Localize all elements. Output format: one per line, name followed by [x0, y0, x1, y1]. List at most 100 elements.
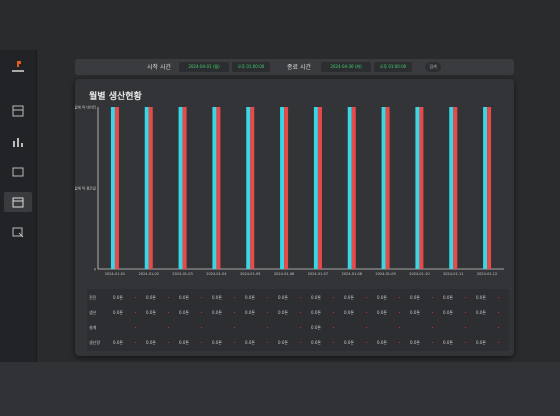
export-icon[interactable] [11, 225, 25, 239]
cell-separator [267, 312, 268, 313]
cell-separator [432, 312, 433, 313]
table-cell: 0.0톤 [146, 340, 157, 345]
bar-series-1 [280, 107, 285, 269]
bar-series-1 [313, 107, 318, 269]
cell-separator [399, 312, 400, 313]
table-cell: 0.0톤 [311, 295, 322, 300]
x-tick-label: 2024-01-08 [342, 272, 362, 276]
cell-separator [300, 342, 301, 343]
dashboard-icon[interactable] [11, 104, 25, 118]
cell-separator [366, 342, 367, 343]
bar-series-2 [284, 107, 289, 269]
cell-separator [432, 342, 433, 343]
bar-series-1 [483, 107, 488, 269]
cell-separator [168, 342, 169, 343]
table-cell: 0.0톤 [443, 310, 454, 315]
start-time-label: 시작 시간 [147, 64, 171, 71]
cell-separator [498, 327, 499, 328]
row-label: 전진 [89, 295, 97, 300]
table-cell: 0.0톤 [476, 295, 487, 300]
calendar-nav-item[interactable] [4, 192, 32, 212]
x-tick-label: 2024-01-12 [477, 272, 497, 276]
cell-separator [201, 342, 202, 343]
cell-separator [465, 342, 466, 343]
bar-series-2 [487, 107, 492, 269]
production-table: 전진 0.0톤 0.0톤 0.0톤 0.0톤 0.0톤 0.0톤 0.0톤 0.0톤 0.0톤 0.… [87, 289, 509, 351]
table-row: 전진 0.0톤 0.0톤 0.0톤 0.0톤 0.0톤 0.0톤 0.0톤 0.0톤 0.0톤 0.… [87, 291, 509, 306]
table-cell: 0.0톤 [212, 295, 223, 300]
bar-series-2 [453, 107, 458, 269]
bar-series-2 [114, 107, 119, 269]
bar-series-1 [347, 107, 352, 269]
bar-series-2 [419, 107, 424, 269]
cell-separator [135, 342, 136, 343]
table-cell: 0.0톤 [344, 295, 355, 300]
search-button[interactable]: 검색 [425, 62, 441, 72]
row-label: 생산 [89, 310, 97, 315]
cell-separator [333, 342, 334, 343]
y-tick-label: 값에 따 중간값 [75, 186, 97, 191]
cell-separator [432, 327, 433, 328]
table-cell: 0.0톤 [146, 310, 157, 315]
bar-series-1 [212, 107, 217, 269]
table-cell: 0.0톤 [344, 340, 355, 345]
table-cell: 0.0톤 [443, 295, 454, 300]
table-cell: 0.0톤 [377, 295, 388, 300]
table-cell: 0.0톤 [212, 340, 223, 345]
start-date-field[interactable]: 2024-04-01 (월) [179, 62, 229, 72]
table-cell: 0.0톤 [410, 310, 421, 315]
x-tick-label: 2024-01-10 [409, 272, 429, 276]
cell-separator [300, 312, 301, 313]
row-label: 생산량 [89, 340, 101, 345]
table-cell: 0.0톤 [476, 310, 487, 315]
table-cell: 0.0톤 [179, 340, 190, 345]
x-tick-label: 2024-01-05 [240, 272, 260, 276]
cell-separator [267, 327, 268, 328]
x-tick-label: 2024-01-04 [206, 272, 227, 276]
x-tick-label: 2024-01-11 [443, 272, 463, 276]
cell-separator [201, 312, 202, 313]
cell-separator [234, 297, 235, 298]
table-cell: 0.0톤 [278, 295, 289, 300]
footer-area [0, 362, 560, 416]
cell-separator [498, 312, 499, 313]
calendar-icon [12, 197, 24, 208]
bar-series-2 [351, 107, 356, 269]
cell-separator [333, 327, 334, 328]
table-cell: 0.0톤 [245, 295, 256, 300]
table-cell: 0.0톤 [278, 310, 289, 315]
end-time-field[interactable]: 오후 01:00:00 [374, 62, 412, 72]
cell-separator [399, 297, 400, 298]
bar-series-2 [182, 107, 187, 269]
monthly-production-panel: 월별 생산현황 값에 따 데이터 값에 따 중간값 0 2024-01-01 2024-… [75, 79, 514, 356]
table-cell: 0.0톤 [311, 325, 322, 330]
cell-separator [465, 312, 466, 313]
table-cell: 0.0톤 [113, 340, 124, 345]
table-cell: 0.0톤 [179, 310, 190, 315]
cell-separator [168, 312, 169, 313]
cell-separator [234, 327, 235, 328]
table-cell: 0.0톤 [113, 295, 124, 300]
bar-series-2 [385, 107, 390, 269]
end-time-label: 종료 시간 [287, 64, 311, 71]
filter-bar: 시작 시간 2024-04-01 (월) 오후 01:00:00 종료 시간 2… [75, 59, 514, 75]
cell-separator [234, 312, 235, 313]
end-date-field[interactable]: 2024-04-30 (화) [321, 62, 371, 72]
bar-chart-icon[interactable] [11, 135, 25, 149]
x-tick-label: 2024-01-03 [172, 272, 192, 276]
sidebar [0, 50, 37, 362]
cell-separator [465, 327, 466, 328]
table-cell: 0.0톤 [311, 340, 322, 345]
production-chart: 값에 따 데이터값에 따 중간값 0 2024-01-01 2024-01-02 202… [75, 105, 504, 276]
x-tick-label: 2024-01-09 [375, 272, 395, 276]
cell-separator [168, 327, 169, 328]
monitor-icon[interactable] [11, 165, 25, 179]
bar-series-2 [250, 107, 255, 269]
bar-series-1 [381, 107, 386, 269]
y-tick-label: 0 [94, 268, 96, 272]
table-cell: 0.0톤 [344, 310, 355, 315]
start-time-field[interactable]: 오후 01:00:00 [232, 62, 270, 72]
table-cell: 0.0톤 [113, 310, 124, 315]
cell-separator [201, 327, 202, 328]
cell-separator [234, 342, 235, 343]
